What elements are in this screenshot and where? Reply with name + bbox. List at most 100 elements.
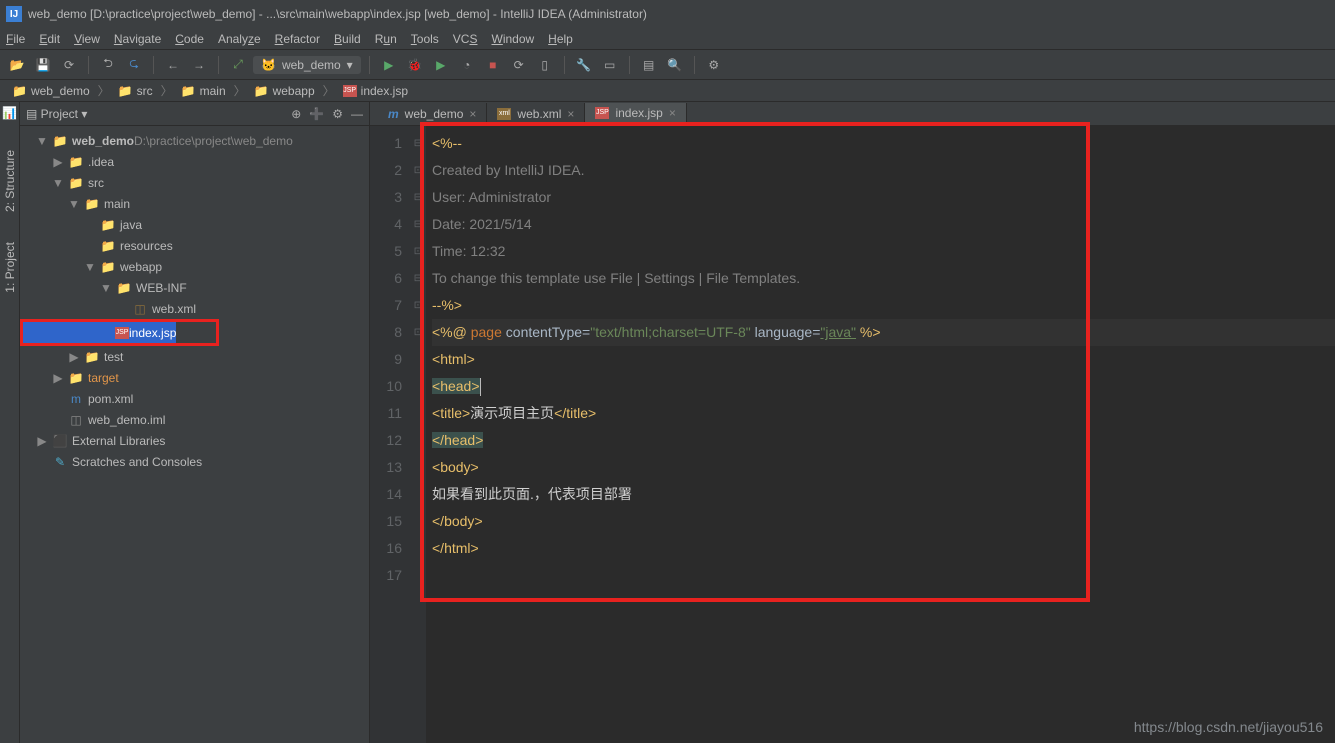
- expand-arrow[interactable]: ▶: [52, 155, 64, 169]
- crumb-main[interactable]: 📁main: [175, 83, 232, 99]
- build-icon[interactable]: ⤢: [227, 54, 249, 76]
- search-icon[interactable]: 🔍: [664, 54, 686, 76]
- forward-icon[interactable]: →: [188, 54, 210, 76]
- menu-vcs[interactable]: VCS: [453, 32, 478, 46]
- attach-icon[interactable]: ▯: [534, 54, 556, 76]
- redo-icon[interactable]: ⮎: [123, 54, 145, 76]
- separator: [88, 56, 89, 74]
- structure-chart-icon[interactable]: 📊: [2, 106, 17, 120]
- expand-arrow[interactable]: ▼: [100, 281, 112, 295]
- settings-gear-icon[interactable]: ⚙: [332, 107, 343, 121]
- editor-tabs: mweb_demo× xmlweb.xml× JSPindex.jsp×: [370, 102, 1335, 126]
- avd-icon[interactable]: ▭: [599, 54, 621, 76]
- structure-icon[interactable]: ▤: [638, 54, 660, 76]
- expand-arrow[interactable]: ▼: [68, 197, 80, 211]
- menu-navigate[interactable]: Navigate: [114, 32, 161, 46]
- debug-icon[interactable]: 🐞: [404, 54, 426, 76]
- tree-item--idea[interactable]: ▶📁.idea: [20, 151, 369, 172]
- tree-item-resources[interactable]: 📁resources: [20, 235, 369, 256]
- hide-icon[interactable]: —: [351, 107, 363, 121]
- tree-item-Scratches-and-Consoles[interactable]: ✎Scratches and Consoles: [20, 451, 369, 472]
- refresh-icon[interactable]: ⟳: [58, 54, 80, 76]
- tree-item-web_demo[interactable]: ▼📁web_demo D:\practice\project\web_demo: [20, 130, 369, 151]
- folder-icon: 📁: [52, 134, 68, 148]
- menu-file[interactable]: File: [6, 32, 25, 46]
- tree-item-External-Libraries[interactable]: ▶⬛External Libraries: [20, 430, 369, 451]
- save-icon[interactable]: 💾: [32, 54, 54, 76]
- update-icon[interactable]: ⟳: [508, 54, 530, 76]
- tree-item-web-xml[interactable]: ◫web.xml: [20, 298, 369, 319]
- menu-edit[interactable]: Edit: [39, 32, 60, 46]
- tree-label: pom.xml: [88, 392, 133, 406]
- close-icon[interactable]: ×: [469, 107, 476, 121]
- tree-item-src[interactable]: ▼📁src: [20, 172, 369, 193]
- tree-label: web_demo: [72, 134, 134, 148]
- menu-view[interactable]: View: [74, 32, 100, 46]
- coverage-icon[interactable]: ▶: [430, 54, 452, 76]
- crumb-index-jsp[interactable]: JSPindex.jsp: [337, 83, 414, 99]
- tree-label: web.xml: [152, 302, 196, 316]
- expand-arrow[interactable]: ▶: [52, 371, 64, 385]
- settings-icon[interactable]: ⚙: [703, 54, 725, 76]
- menu-window[interactable]: Window: [491, 32, 534, 46]
- menu-build[interactable]: Build: [334, 32, 361, 46]
- chevron-down-icon: ▾: [347, 58, 353, 72]
- select-opened-icon[interactable]: ➕: [309, 107, 324, 121]
- expand-arrow[interactable]: ▼: [84, 260, 96, 274]
- tree-item-test[interactable]: ▶📁test: [20, 346, 369, 367]
- tree-item-main[interactable]: ▼📁main: [20, 193, 369, 214]
- tree-item-target[interactable]: ▶📁target: [20, 367, 369, 388]
- run-icon[interactable]: ▶: [378, 54, 400, 76]
- menu-help[interactable]: Help: [548, 32, 573, 46]
- menu-refactor[interactable]: Refactor: [275, 32, 320, 46]
- fold-gutter[interactable]: ⊟⊡⊟⊟⊡⊟⊡⊡: [410, 126, 426, 743]
- expand-arrow[interactable]: ▶: [36, 434, 48, 448]
- code-editor[interactable]: 1234567891011121314151617 ⊟⊡⊟⊟⊡⊟⊡⊡ <%-- …: [370, 126, 1335, 743]
- stop-icon[interactable]: ■: [482, 54, 504, 76]
- file-icon: ◫: [68, 413, 84, 427]
- tomcat-icon: 🐱: [261, 58, 276, 72]
- tree-item-java[interactable]: 📁java: [20, 214, 369, 235]
- expand-arrow[interactable]: ▶: [68, 350, 80, 364]
- tab-web-xml[interactable]: xmlweb.xml×: [487, 103, 585, 125]
- run-configuration-selector[interactable]: 🐱 web_demo ▾: [253, 56, 361, 74]
- menu-analyze[interactable]: Analyze: [218, 32, 261, 46]
- tree-item-pom-xml[interactable]: mpom.xml: [20, 388, 369, 409]
- separator: [629, 56, 630, 74]
- tree-item-web_demo-iml[interactable]: ◫web_demo.iml: [20, 409, 369, 430]
- open-icon[interactable]: 📂: [6, 54, 28, 76]
- tab-web-demo[interactable]: mweb_demo×: [378, 103, 487, 125]
- crumb-webapp[interactable]: 📁webapp: [248, 83, 321, 99]
- window-title: web_demo [D:\practice\project\web_demo] …: [28, 7, 647, 21]
- menu-code[interactable]: Code: [175, 32, 204, 46]
- tree-label: .idea: [88, 155, 114, 169]
- separator: [564, 56, 565, 74]
- editor-area: mweb_demo× xmlweb.xml× JSPindex.jsp× 123…: [370, 102, 1335, 743]
- folder-icon: 📁: [84, 197, 100, 211]
- tree-item-index-jsp[interactable]: JSPindex.jsp: [23, 322, 176, 343]
- tab-index-jsp[interactable]: JSPindex.jsp×: [585, 103, 686, 125]
- project-view-selector[interactable]: ▤ Project ▾: [26, 107, 87, 121]
- expand-arrow[interactable]: ▼: [36, 134, 48, 148]
- tree-item-WEB-INF[interactable]: ▼📁WEB-INF: [20, 277, 369, 298]
- crumb-web-demo[interactable]: 📁web_demo: [6, 83, 96, 99]
- crumb-src[interactable]: 📁src: [112, 83, 159, 99]
- code-content[interactable]: <%-- Created by IntelliJ IDEA. User: Adm…: [426, 126, 1335, 743]
- close-icon[interactable]: ×: [669, 106, 676, 120]
- close-icon[interactable]: ×: [567, 107, 574, 121]
- xml-icon: xml: [497, 108, 511, 120]
- sidebar-tab-structure[interactable]: 2: Structure: [3, 150, 17, 212]
- wrench-icon[interactable]: 🔧: [573, 54, 595, 76]
- jsp-icon: JSP: [595, 107, 609, 119]
- menu-run[interactable]: Run: [375, 32, 397, 46]
- collapse-icon[interactable]: ⊕: [291, 107, 301, 121]
- expand-arrow[interactable]: ▼: [52, 176, 64, 190]
- project-tree[interactable]: ▼📁web_demo D:\practice\project\web_demo▶…: [20, 126, 369, 743]
- profile-icon[interactable]: ◔: [456, 54, 478, 76]
- menu-tools[interactable]: Tools: [411, 32, 439, 46]
- tree-item-webapp[interactable]: ▼📁webapp: [20, 256, 369, 277]
- folder-w-icon: 📁: [100, 260, 116, 274]
- undo-icon[interactable]: ⮌: [97, 54, 119, 76]
- sidebar-tab-project[interactable]: 1: Project: [3, 242, 17, 293]
- back-icon[interactable]: ←: [162, 54, 184, 76]
